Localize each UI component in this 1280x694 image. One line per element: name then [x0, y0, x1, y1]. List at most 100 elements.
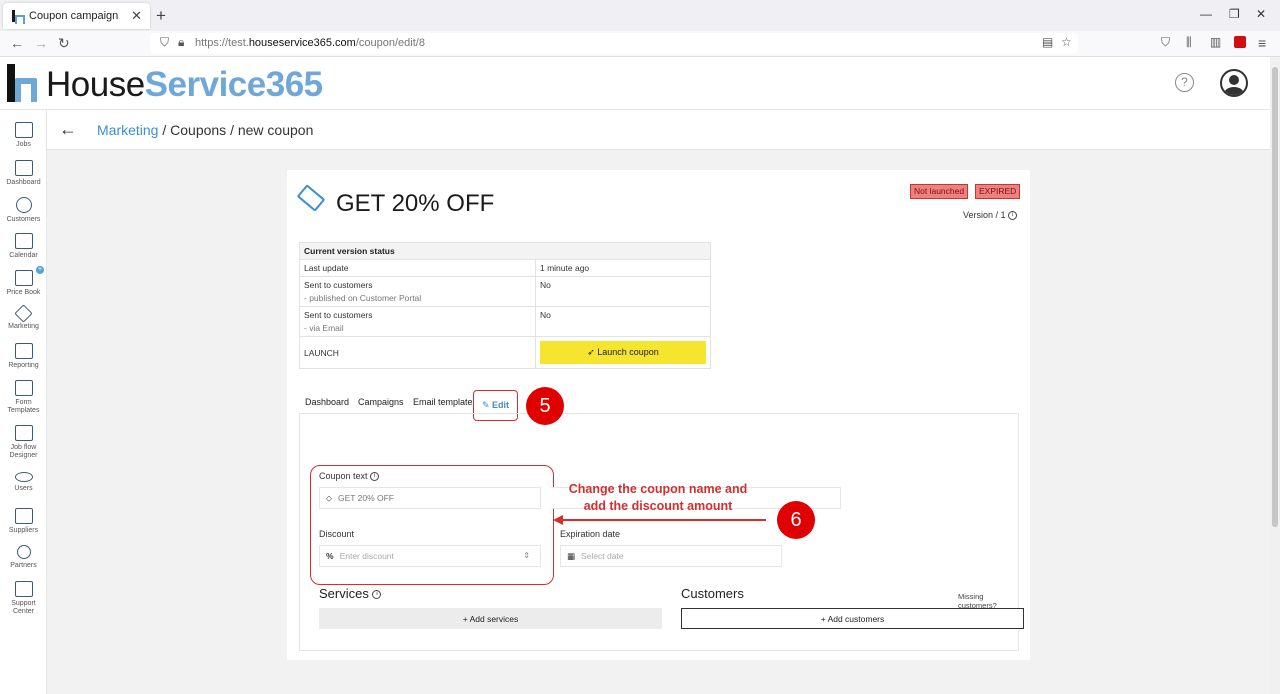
coupon-text-value: GET 20% OFF [337, 493, 395, 503]
sidebar-item-marketing[interactable]: Marketing [0, 304, 47, 331]
table-cell: Sent to customers - via Email [299, 306, 536, 337]
tab-email-template[interactable]: Email template [413, 397, 473, 407]
customers-title: Customers [681, 586, 744, 601]
annotation-arrow-head-icon [553, 515, 563, 525]
partners-icon [16, 545, 31, 559]
sidebar-item-support-center[interactable]: Support Center [0, 581, 47, 616]
coupon-text-label: Coupon text i [319, 471, 380, 482]
table-row: Sent to customers - via Email No [299, 306, 711, 337]
sidebar-item-label: Users [14, 485, 33, 492]
status-table: Current version status Last update 1 min… [299, 242, 711, 369]
back-arrow-icon[interactable]: ← [59, 119, 77, 140]
sidebar-item-reporting[interactable]: Reporting [0, 343, 47, 370]
extension-icon[interactable] [1234, 36, 1246, 48]
percent-icon: % [326, 551, 334, 561]
stepper-icon[interactable]: ⇕ [523, 546, 530, 566]
tab-dashboard[interactable]: Dashboard [305, 397, 349, 407]
launch-label: Launch coupon [597, 347, 659, 357]
tab-close-icon[interactable]: ✕ [131, 8, 142, 24]
sidebar-item-users[interactable]: Users [0, 472, 47, 493]
window-close-icon[interactable]: ✕ [1256, 7, 1266, 21]
help-icon[interactable]: ? [1175, 73, 1194, 92]
browser-nav-bar: ← → ↻ ⛉ 🔒︎ https://test.houseservice365.… [0, 31, 1280, 57]
logo-icon[interactable] [7, 64, 39, 104]
annotation-note: Change the coupon name and add the disco… [553, 481, 763, 515]
calendar-icon: ▦ [567, 551, 576, 561]
table-cell: LAUNCH [299, 336, 536, 369]
support-question-icon [14, 581, 33, 597]
highlight-box [310, 465, 554, 585]
cell-label: Sent to customers [304, 310, 373, 320]
pocket-icon[interactable]: ⛉ [1161, 35, 1170, 50]
reload-icon[interactable]: ↻ [58, 35, 70, 52]
tab-campaigns[interactable]: Campaigns [358, 397, 404, 407]
url-text: https://test.houseservice365.com/coupon/… [195, 37, 425, 49]
coupon-text-input[interactable]: ⬦ GET 20% OFF [319, 487, 541, 509]
sidebar-item-label: Customers [6, 216, 41, 223]
url-bar[interactable]: ⛉ 🔒︎ https://test.houseservice365.com/co… [150, 33, 1078, 54]
sidebar-item-price-book[interactable]: + Price Book [0, 266, 47, 297]
flow-icon [14, 425, 33, 441]
menu-icon[interactable]: ≡ [1258, 35, 1266, 51]
sidebar-item-form-templates[interactable]: Form Templates [0, 380, 47, 415]
add-customers-button[interactable]: + Add customers [681, 608, 1024, 629]
table-row: LAUNCH ➶ Launch coupon [299, 336, 711, 369]
launch-coupon-button[interactable]: ➶ Launch coupon [540, 341, 706, 364]
browser-tab[interactable]: Coupon campaign ✕ [3, 3, 150, 29]
table-row: Last update 1 minute ago [299, 259, 711, 277]
plus-badge-icon[interactable]: + [36, 266, 44, 274]
main-content: ← Marketing / Coupons / new coupon GET 2… [47, 110, 1270, 694]
reader-view-icon[interactable]: ▤ [1042, 35, 1053, 49]
lock-icon: 🔒︎ [178, 35, 185, 49]
services-title: Services i [319, 586, 382, 601]
bookmark-star-icon[interactable]: ☆ [1061, 35, 1072, 49]
restore-icon[interactable]: ❐ [1229, 7, 1240, 21]
discount-input[interactable]: % Enter discount ⇕ [319, 545, 541, 567]
sidebar-item-job-flow-designer[interactable]: Job flow Designer [0, 425, 47, 460]
back-icon[interactable]: ← [10, 35, 24, 51]
cell-label: Sent to customers [304, 280, 373, 290]
report-icon [14, 343, 33, 359]
sidebar-item-label: Marketing [8, 323, 39, 330]
form-icon [14, 380, 33, 396]
status-badge-expired: EXPIRED [975, 184, 1021, 199]
truck-icon [14, 508, 33, 524]
tag-icon: ⬦ [326, 493, 332, 503]
table-cell: Sent to customers - published on Custome… [299, 276, 536, 307]
info-icon[interactable]: i [1008, 211, 1018, 221]
info-icon[interactable]: i [372, 590, 382, 600]
library-icon[interactable]: ⫼ [1186, 35, 1192, 50]
breadcrumb-link-marketing[interactable]: Marketing [97, 122, 158, 138]
sidebar-item-suppliers[interactable]: Suppliers [0, 508, 47, 535]
sidebar-item-partners[interactable]: Partners [0, 545, 47, 570]
sidebar-item-calendar[interactable]: Calendar [0, 233, 47, 260]
shield-icon[interactable]: ⛉ [160, 35, 169, 50]
coupon-text-label-text: Coupon text [319, 471, 368, 481]
sidebar-item-dashboard[interactable]: Dashboard [0, 160, 47, 187]
version-label: Version / 1 i [963, 210, 1018, 221]
sidebar-item-label: Job flow Designer [9, 444, 38, 459]
app-sidebar: Jobs Dashboard Customers Calendar + Pric… [0, 110, 47, 694]
discount-label: Discount [319, 529, 355, 539]
forward-icon[interactable]: → [34, 35, 48, 51]
page-scrollbar[interactable] [1270, 57, 1280, 694]
scrollbar-thumb[interactable] [1272, 67, 1278, 527]
breadcrumb-bar: ← Marketing / Coupons / new coupon [47, 110, 1270, 150]
breadcrumb: Marketing / Coupons / new coupon [97, 122, 313, 138]
cell-sub-label: - published on Customer Portal [304, 293, 422, 303]
table-cell: Last update [299, 259, 536, 277]
sidebar-toggle-icon[interactable]: ▥ [1210, 35, 1221, 49]
minimize-icon[interactable]: — [1200, 7, 1212, 21]
app-logo-text[interactable]: HouseService365 [46, 65, 323, 105]
sidebar-item-customers[interactable]: Customers [0, 197, 47, 224]
sidebar-item-jobs[interactable]: Jobs [0, 122, 47, 149]
edit-panel: Coupon text i ⬦ GET 20% OFF Discount % Ent… [299, 413, 1024, 651]
expiration-date-input[interactable]: ▦ Select date [560, 545, 782, 567]
sidebar-item-label: Form Templates [7, 399, 40, 414]
new-tab-button[interactable]: + [156, 6, 166, 26]
sidebar-item-label: Price Book [6, 289, 41, 296]
info-icon[interactable]: i [370, 472, 380, 482]
add-services-button[interactable]: + Add services [319, 608, 662, 629]
sidebar-item-label: Suppliers [8, 527, 39, 534]
user-avatar-icon[interactable] [1220, 69, 1248, 97]
